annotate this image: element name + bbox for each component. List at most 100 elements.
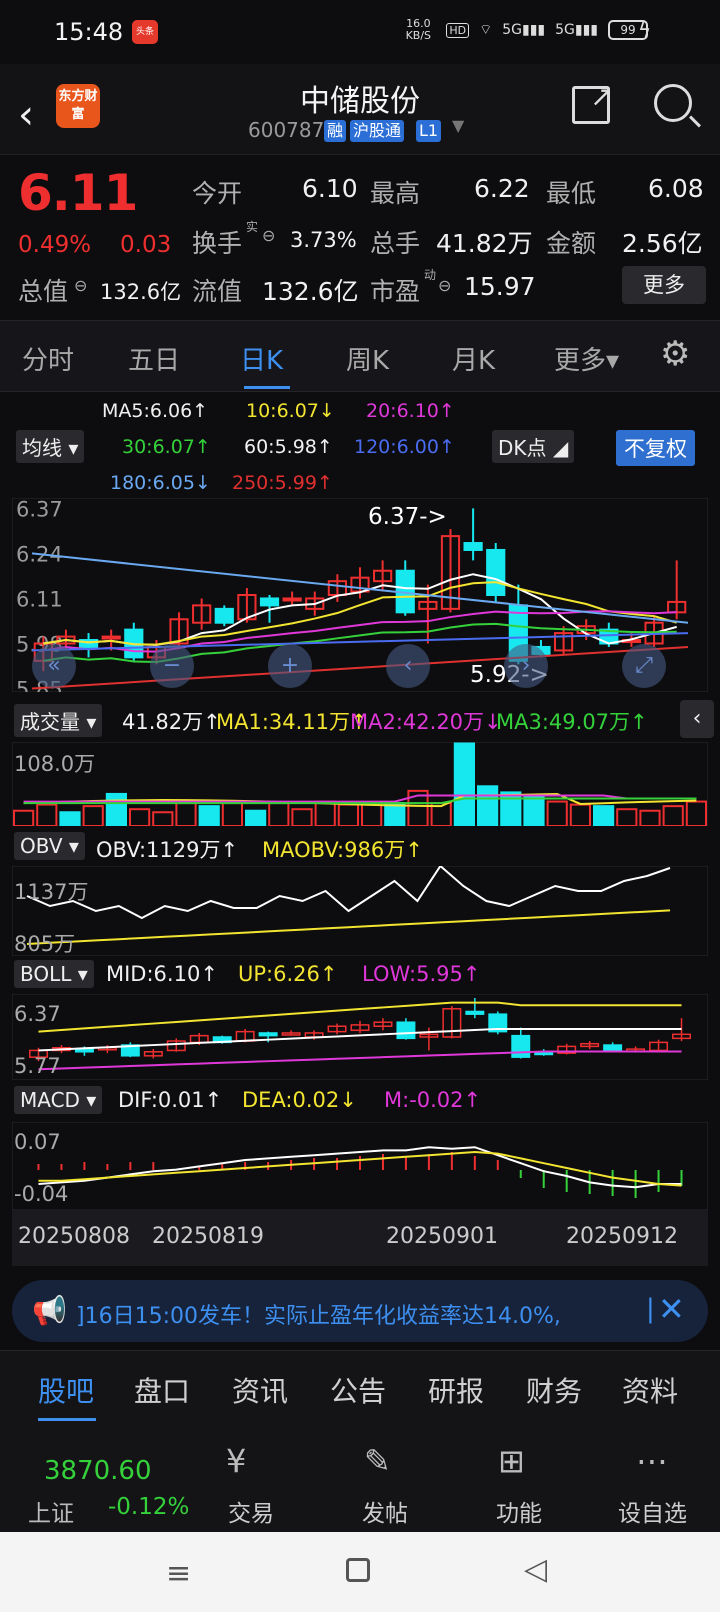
vol-bar xyxy=(13,809,35,826)
high-label: 最高 xyxy=(370,179,421,208)
scroll-left-far-icon[interactable]: « xyxy=(32,644,76,688)
tab-weekly-k[interactable]: 周K xyxy=(346,340,389,377)
kline-max-note: 6.37-> xyxy=(368,504,447,530)
boll-dropdown[interactable]: BOLL ▾ xyxy=(14,960,94,988)
low-value: 6.08 xyxy=(648,174,704,203)
ma-type-dropdown[interactable]: 均线 ▾ xyxy=(16,430,85,463)
boll-candle xyxy=(603,1044,623,1052)
x-label-1: 20250819 xyxy=(152,1224,264,1249)
tab-intraday[interactable]: 分时 xyxy=(22,340,74,377)
ma250: 250:5.99↑ xyxy=(232,472,333,494)
mktcap-label: 总值 xyxy=(18,277,69,306)
float-value: 132.6亿 xyxy=(262,277,359,306)
search-icon[interactable] xyxy=(654,84,692,122)
stock-code: 600787 xyxy=(248,118,325,142)
macd-chart xyxy=(12,1122,708,1210)
amount-value: 2.56亿 xyxy=(622,229,703,258)
back-nav-icon[interactable]: ◁ xyxy=(524,1552,547,1587)
open-label: 今开 xyxy=(192,179,243,208)
vol-bar xyxy=(361,803,383,826)
y-tick: 6.11 xyxy=(16,587,63,611)
fq-button[interactable]: 不复权 xyxy=(616,430,695,466)
vol-bar xyxy=(500,791,522,826)
x-label-2: 20250901 xyxy=(386,1224,498,1249)
obv-value: OBV:1129万↑ xyxy=(96,838,239,862)
tab-underline xyxy=(244,386,290,389)
status-time: 15:48 xyxy=(54,18,124,46)
zoom-in-icon[interactable]: + xyxy=(268,644,312,688)
vol-bar xyxy=(36,803,58,826)
close-icon[interactable]: ✕ xyxy=(658,1290,685,1328)
trade-icon[interactable]: ¥ xyxy=(226,1442,246,1480)
nav-trade[interactable]: 交易 xyxy=(228,1494,274,1528)
banner-text: ]16日15:00发车！实际止盈年化收益率达14.0%, xyxy=(76,1304,561,1329)
change: 0.03 xyxy=(120,232,172,258)
volume-value: 41.82万 xyxy=(436,229,533,258)
macd-dea: DEA:0.02↓ xyxy=(242,1088,357,1112)
macd-y-top: 0.07 xyxy=(14,1130,61,1154)
nav-watchlist[interactable]: 设自选 xyxy=(618,1494,687,1528)
scroll-left-icon[interactable]: ‹ xyxy=(386,644,430,688)
boll-candle xyxy=(396,1021,416,1040)
menu-icon[interactable]: ≡ xyxy=(166,1556,191,1591)
tab-guba[interactable]: 股吧 xyxy=(38,1370,94,1410)
more-button[interactable]: 更多 xyxy=(622,266,706,304)
ma20: 20:6.10↑ xyxy=(366,400,455,422)
code-dropdown-icon[interactable]: ▼ xyxy=(452,116,464,135)
open-value: 6.10 xyxy=(302,174,358,203)
tab-announcement[interactable]: 公告 xyxy=(330,1370,386,1410)
pe-sup: 动 xyxy=(424,268,437,282)
ma60: 60:5.98↑ xyxy=(244,436,333,458)
tab-daily-k[interactable]: 日K xyxy=(240,340,283,377)
post-icon[interactable]: ✎ xyxy=(364,1442,391,1480)
hd-icon: HD xyxy=(446,22,470,38)
tab-finance[interactable]: 财务 xyxy=(526,1370,582,1410)
info-icon[interactable]: ⊖ xyxy=(438,276,451,295)
kline-chart[interactable]: 6.376.246.115.985.85 xyxy=(12,498,708,692)
collapse-icon[interactable]: ‹ xyxy=(680,700,714,738)
tag-l1: L1 xyxy=(416,120,442,142)
vol-ma3: MA3:49.07万↑ xyxy=(496,710,648,734)
nav-function[interactable]: 功能 xyxy=(496,1494,542,1528)
volume-dropdown[interactable]: 成交量 ▾ xyxy=(14,704,103,737)
info-icon[interactable]: ⊖ xyxy=(74,276,87,295)
zoom-out-icon[interactable]: − xyxy=(150,644,194,688)
tab-5day[interactable]: 五日 xyxy=(128,340,180,377)
price: 6.11 xyxy=(18,164,138,222)
macd-dropdown[interactable]: MACD ▾ xyxy=(14,1086,103,1114)
settings-icon[interactable]: ⚙ xyxy=(660,334,690,374)
vol-y-label: 108.0万 xyxy=(14,752,96,776)
high-value: 6.22 xyxy=(474,174,530,203)
index-value[interactable]: 3870.60 xyxy=(44,1456,152,1486)
vol-bar xyxy=(685,800,707,826)
vol-bar xyxy=(198,805,220,826)
boll-y-bot: 5.77 xyxy=(14,1054,61,1078)
home-icon[interactable] xyxy=(346,1558,370,1582)
dk-button[interactable]: DK点 ◢ xyxy=(492,430,575,463)
fullscreen-icon[interactable]: ⤢ xyxy=(622,644,666,688)
tab-news[interactable]: 资讯 xyxy=(232,1370,288,1410)
function-icon[interactable]: ⊞ xyxy=(498,1442,525,1480)
maobv-line xyxy=(26,909,671,945)
scroll-right-icon[interactable]: › xyxy=(504,644,548,688)
tab-more[interactable]: 更多▾ xyxy=(554,340,619,377)
candle-body xyxy=(259,597,280,607)
vol-bar xyxy=(105,792,128,826)
obv-dropdown[interactable]: OBV ▾ xyxy=(14,832,85,860)
tab-monthly-k[interactable]: 月K xyxy=(452,340,495,377)
boll-chart xyxy=(12,994,708,1080)
boll-y-top: 6.37 xyxy=(14,1002,61,1026)
tab-research[interactable]: 研报 xyxy=(428,1370,484,1410)
info-icon[interactable]: ⊖ xyxy=(262,226,275,245)
nav-post[interactable]: 发帖 xyxy=(362,1494,408,1528)
candle-body xyxy=(486,548,506,596)
vol-bar xyxy=(616,808,638,826)
watchlist-icon[interactable]: ⋯ xyxy=(636,1442,668,1480)
index-name: 上证 xyxy=(28,1501,74,1527)
y-tick: 6.37 xyxy=(16,498,63,521)
macd-y-bot: -0.04 xyxy=(14,1182,69,1206)
vol-value: 41.82万↑ xyxy=(122,710,221,734)
float-label: 流值 xyxy=(192,277,243,306)
tab-pankou[interactable]: 盘口 xyxy=(134,1370,190,1410)
tab-profile[interactable]: 资料 xyxy=(622,1370,678,1410)
